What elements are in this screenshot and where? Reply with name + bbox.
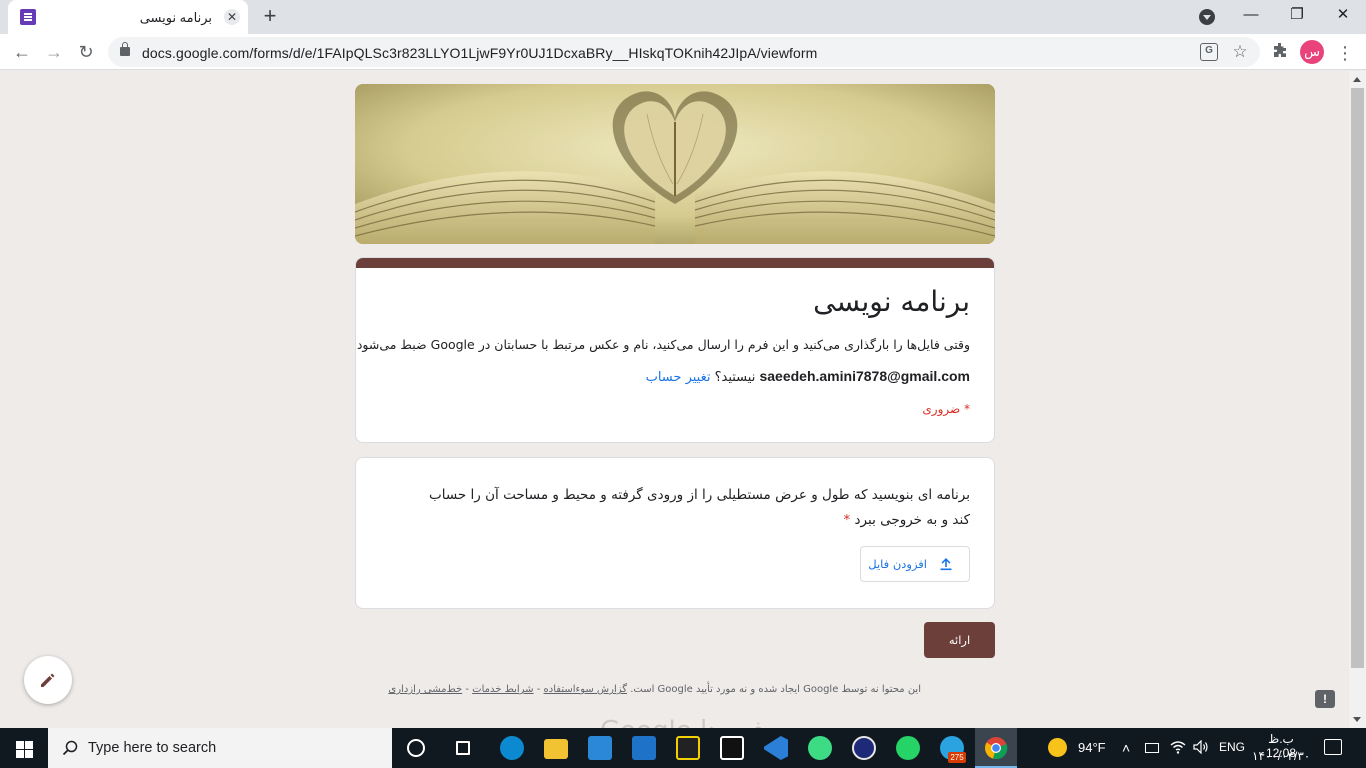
question-card: برنامه ای بنویسید که طول و عرض مستطیلی ر…	[355, 457, 995, 609]
account-line: saeedeh.amini7878@gmail.com نیستید؟ تغیی…	[646, 368, 970, 385]
cortana-icon[interactable]	[407, 739, 425, 757]
theme-accent-bar	[356, 258, 994, 268]
submit-button[interactable]: ارائه	[924, 622, 995, 658]
form-title: برنامه نویسی	[813, 285, 970, 318]
translate-icon[interactable]: G	[1200, 43, 1218, 61]
wifi-icon[interactable]	[1170, 740, 1186, 757]
tab-search-icon[interactable]	[1199, 9, 1215, 25]
tab-close-icon[interactable]: ✕	[224, 9, 240, 25]
windows-taskbar: Type here to search 275 94°F ˄ ENG ب.ظ 1…	[0, 728, 1366, 768]
scroll-thumb[interactable]	[1351, 88, 1364, 668]
whatsapp-icon[interactable]	[896, 736, 920, 760]
browser-tab[interactable]: برنامه نویسی ✕	[8, 0, 248, 34]
mail-icon[interactable]	[632, 736, 656, 760]
weather-temperature[interactable]: 94°F	[1078, 740, 1106, 755]
input-language[interactable]: ENG	[1219, 740, 1245, 754]
pencil-icon	[41, 673, 55, 687]
taskbar-search-placeholder: Type here to search	[88, 740, 217, 756]
report-abuse-link[interactable]: گزارش سوءاستفاده	[544, 684, 628, 695]
chrome-taskbar-button[interactable]	[975, 728, 1017, 768]
add-file-label: افزودن فایل	[868, 557, 927, 571]
question-text: برنامه ای بنویسید که طول و عرض مستطیلی ر…	[410, 483, 970, 533]
notification-center-icon[interactable]	[1324, 739, 1342, 755]
url-text[interactable]: docs.google.com/forms/d/e/1FAIpQLSc3r823…	[142, 45, 817, 61]
telegram-unread-badge: 275	[948, 752, 966, 763]
bookmark-star-icon[interactable]: ☆	[1231, 43, 1249, 61]
browser-menu-icon[interactable]: ⋮	[1336, 40, 1354, 64]
page-scrollbar[interactable]	[1349, 71, 1366, 728]
new-tab-button[interactable]: +	[258, 4, 282, 28]
scroll-down-arrow-icon[interactable]	[1353, 717, 1361, 722]
tray-chevron-up-icon[interactable]: ˄	[1122, 740, 1130, 756]
intellij-icon[interactable]	[720, 736, 744, 760]
report-feedback-icon[interactable]: !	[1315, 690, 1335, 708]
lock-icon[interactable]	[120, 42, 130, 56]
privacy-link[interactable]: خط‌مشی رازداری	[388, 684, 462, 695]
extensions-puzzle-icon[interactable]	[1270, 42, 1290, 62]
volume-icon[interactable]	[1193, 739, 1209, 757]
scroll-up-arrow-icon[interactable]	[1353, 77, 1361, 82]
edge-icon[interactable]	[500, 736, 524, 760]
battery-icon[interactable]	[1145, 743, 1159, 753]
weather-sun-icon[interactable]	[1048, 738, 1067, 757]
jetbrains-app-icon[interactable]	[676, 736, 700, 760]
terms-link[interactable]: شرایط خدمات	[472, 684, 533, 695]
forward-button[interactable]: →	[42, 40, 66, 64]
back-button[interactable]: ←	[10, 40, 34, 64]
task-view-icon[interactable]	[456, 741, 470, 755]
file-explorer-icon[interactable]	[544, 739, 568, 759]
clock-date[interactable]: ۱۴۰۰/۰۳/۳۰	[1252, 749, 1310, 763]
footer-disclaimer: این محتوا نه توسط Google ایجاد شده و نه …	[355, 684, 921, 695]
restore-button[interactable]: ❐	[1274, 0, 1320, 32]
close-window-button[interactable]: ✕	[1320, 0, 1366, 32]
vscode-icon[interactable]	[764, 736, 788, 760]
search-icon	[62, 740, 78, 756]
reload-button[interactable]: ↻	[74, 40, 98, 64]
android-studio-icon[interactable]	[808, 736, 832, 760]
account-suffix: نیستید؟	[710, 370, 760, 385]
chrome-icon	[985, 737, 1008, 760]
add-file-button[interactable]: افزودن فایل	[860, 546, 970, 582]
tab-title: برنامه نویسی	[139, 10, 212, 25]
form-description: وقتی فایل‌ها را بارگذاری می‌کنید و این ف…	[356, 337, 970, 352]
footer-separator-2: -	[462, 684, 473, 695]
eclipse-icon[interactable]	[852, 736, 876, 760]
google-forms-favicon-icon	[20, 9, 36, 25]
footer-text: این محتوا نه توسط Google ایجاد شده و نه …	[627, 684, 921, 695]
browser-tab-strip: برنامه نویسی ✕ + — ❐ ✕	[0, 0, 1366, 34]
browser-toolbar: ← → ↻ docs.google.com/forms/d/e/1FAIpQLS…	[0, 34, 1366, 70]
account-email: saeedeh.amini7878@gmail.com	[759, 368, 970, 384]
upload-icon	[940, 558, 952, 571]
windows-start-icon[interactable]	[0, 728, 48, 768]
required-star: *	[843, 512, 855, 528]
menu-dots-glyph: ⋮	[1336, 43, 1354, 63]
address-bar[interactable]: docs.google.com/forms/d/e/1FAIpQLSc3r823…	[108, 37, 1260, 67]
required-note: * ضروری	[922, 402, 970, 416]
switch-account-link[interactable]: تغییر حساب	[646, 370, 711, 385]
form-title-card: برنامه نویسی وقتی فایل‌ها را بارگذاری می…	[355, 257, 995, 443]
footer-separator-1: -	[533, 684, 544, 695]
question-label: برنامه ای بنویسید که طول و عرض مستطیلی ر…	[429, 487, 970, 528]
microsoft-store-icon[interactable]	[588, 736, 612, 760]
minimize-button[interactable]: —	[1228, 0, 1274, 32]
taskbar-search-box[interactable]: Type here to search	[48, 728, 392, 768]
profile-avatar[interactable]: س	[1300, 40, 1324, 64]
form-header-image	[355, 84, 995, 244]
edit-fab-button[interactable]	[24, 656, 72, 704]
